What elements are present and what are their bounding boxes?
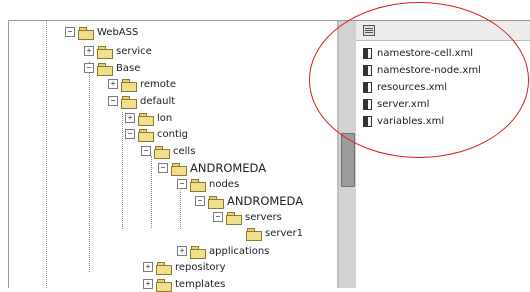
folder-icon — [97, 62, 113, 76]
tree-item-remote[interactable]: + remote — [108, 76, 176, 92]
scrollbar-thumb[interactable] — [341, 133, 355, 187]
tree-item-label: lon — [157, 112, 173, 124]
tree-item-label: remote — [140, 78, 176, 90]
tree-item-label: applications — [209, 245, 270, 257]
collapse-icon[interactable]: − — [213, 212, 223, 222]
folder-icon — [138, 128, 154, 142]
folder-icon — [138, 112, 154, 126]
folder-icon — [246, 227, 262, 241]
tree-item-server1[interactable]: server1 — [234, 225, 303, 241]
expand-icon[interactable]: + — [108, 79, 118, 89]
xml-file-icon — [363, 99, 372, 110]
folder-icon — [226, 211, 242, 225]
tree-item-label: ANDROMEDA — [227, 194, 304, 208]
expand-icon[interactable]: + — [125, 113, 135, 123]
tree-item-repository[interactable]: + repository — [143, 259, 226, 275]
folder-icon — [154, 145, 170, 159]
file-item-label: server.xml — [377, 99, 430, 110]
tree-item-servers[interactable]: − servers — [213, 209, 282, 225]
tree-item-andromeda-node[interactable]: − ANDROMEDA — [195, 193, 303, 209]
tree-guide-line — [46, 21, 47, 288]
folder-icon — [121, 78, 137, 92]
file-list-pane: namestore-cell.xml namestore-node.xml re… — [356, 21, 530, 288]
tree-item-label: WebASS — [97, 26, 139, 38]
tree-item-label: Base — [116, 62, 141, 74]
xml-file-icon — [363, 48, 372, 59]
xml-file-icon — [363, 82, 372, 93]
collapse-icon[interactable]: − — [65, 27, 75, 37]
folder-tree-pane: − WebASS + service − Base + remote − def… — [9, 21, 338, 292]
tree-item-webass[interactable]: − WebASS — [65, 24, 138, 40]
file-item-server[interactable]: server.xml — [356, 96, 530, 113]
file-item-namestore-node[interactable]: namestore-node.xml — [356, 62, 530, 79]
folder-icon — [121, 95, 137, 109]
folder-icon — [156, 261, 172, 275]
file-item-resources[interactable]: resources.xml — [356, 79, 530, 96]
file-item-label: namestore-node.xml — [377, 65, 481, 76]
file-item-namestore-cell[interactable]: namestore-cell.xml — [356, 45, 530, 62]
tree-item-label: default — [140, 95, 176, 107]
tree-guide-line — [151, 156, 152, 228]
list-header-icon — [363, 25, 375, 36]
collapse-icon[interactable]: − — [84, 63, 94, 73]
tree-item-nodes[interactable]: − nodes — [177, 176, 239, 192]
xml-file-icon — [363, 65, 372, 76]
file-item-label: namestore-cell.xml — [377, 48, 474, 59]
tree-item-label: nodes — [209, 178, 240, 190]
explorer-window: − WebASS + service − Base + remote − def… — [8, 20, 530, 292]
tree-item-templates[interactable]: + templates — [143, 276, 225, 292]
tree-item-applications[interactable]: + applications — [177, 243, 269, 259]
collapse-icon[interactable]: − — [125, 129, 135, 139]
folder-icon — [156, 278, 172, 292]
tree-item-label: repository — [175, 261, 226, 273]
tree-guide-line — [89, 62, 90, 272]
expand-icon[interactable]: + — [143, 279, 153, 289]
folder-icon — [97, 45, 113, 59]
file-item-variables[interactable]: variables.xml — [356, 113, 530, 130]
folder-icon — [208, 195, 224, 209]
file-list-header[interactable] — [356, 21, 530, 41]
collapse-icon[interactable]: − — [108, 96, 118, 106]
tree-item-label: server1 — [265, 227, 304, 239]
tree-item-cells[interactable]: − cells — [141, 143, 195, 159]
collapse-icon[interactable]: − — [177, 179, 187, 189]
folder-icon — [190, 178, 206, 192]
tree-item-andromeda-cell[interactable]: − ANDROMEDA — [158, 160, 266, 176]
xml-file-icon — [363, 116, 372, 127]
expand-icon[interactable]: + — [177, 246, 187, 256]
tree-item-label: contig — [157, 128, 189, 140]
collapse-icon[interactable]: − — [195, 196, 205, 206]
tree-item-contig[interactable]: − contig — [125, 126, 188, 142]
tree-item-label: service — [116, 45, 152, 57]
file-item-label: variables.xml — [377, 116, 445, 127]
expand-icon[interactable]: + — [84, 46, 94, 56]
tree-item-default[interactable]: − default — [108, 93, 175, 109]
folder-icon — [171, 162, 187, 176]
file-item-label: resources.xml — [377, 82, 448, 93]
tree-item-service[interactable]: + service — [84, 43, 152, 59]
tree-scrollbar[interactable] — [338, 21, 356, 288]
tree-item-lon[interactable]: + lon — [125, 110, 172, 126]
file-list: namestore-cell.xml namestore-node.xml re… — [356, 41, 530, 130]
tree-item-base[interactable]: − Base — [84, 60, 140, 76]
collapse-icon[interactable]: − — [141, 146, 151, 156]
expand-icon[interactable]: + — [143, 262, 153, 272]
tree-item-label: servers — [245, 211, 282, 223]
folder-icon — [78, 26, 94, 40]
tree-guide-line — [122, 112, 123, 229]
collapse-icon[interactable]: − — [158, 163, 168, 173]
tree-item-label: templates — [175, 278, 226, 290]
folder-icon — [190, 245, 206, 259]
tree-item-label: cells — [173, 145, 196, 157]
tree-item-label: ANDROMEDA — [190, 161, 267, 175]
